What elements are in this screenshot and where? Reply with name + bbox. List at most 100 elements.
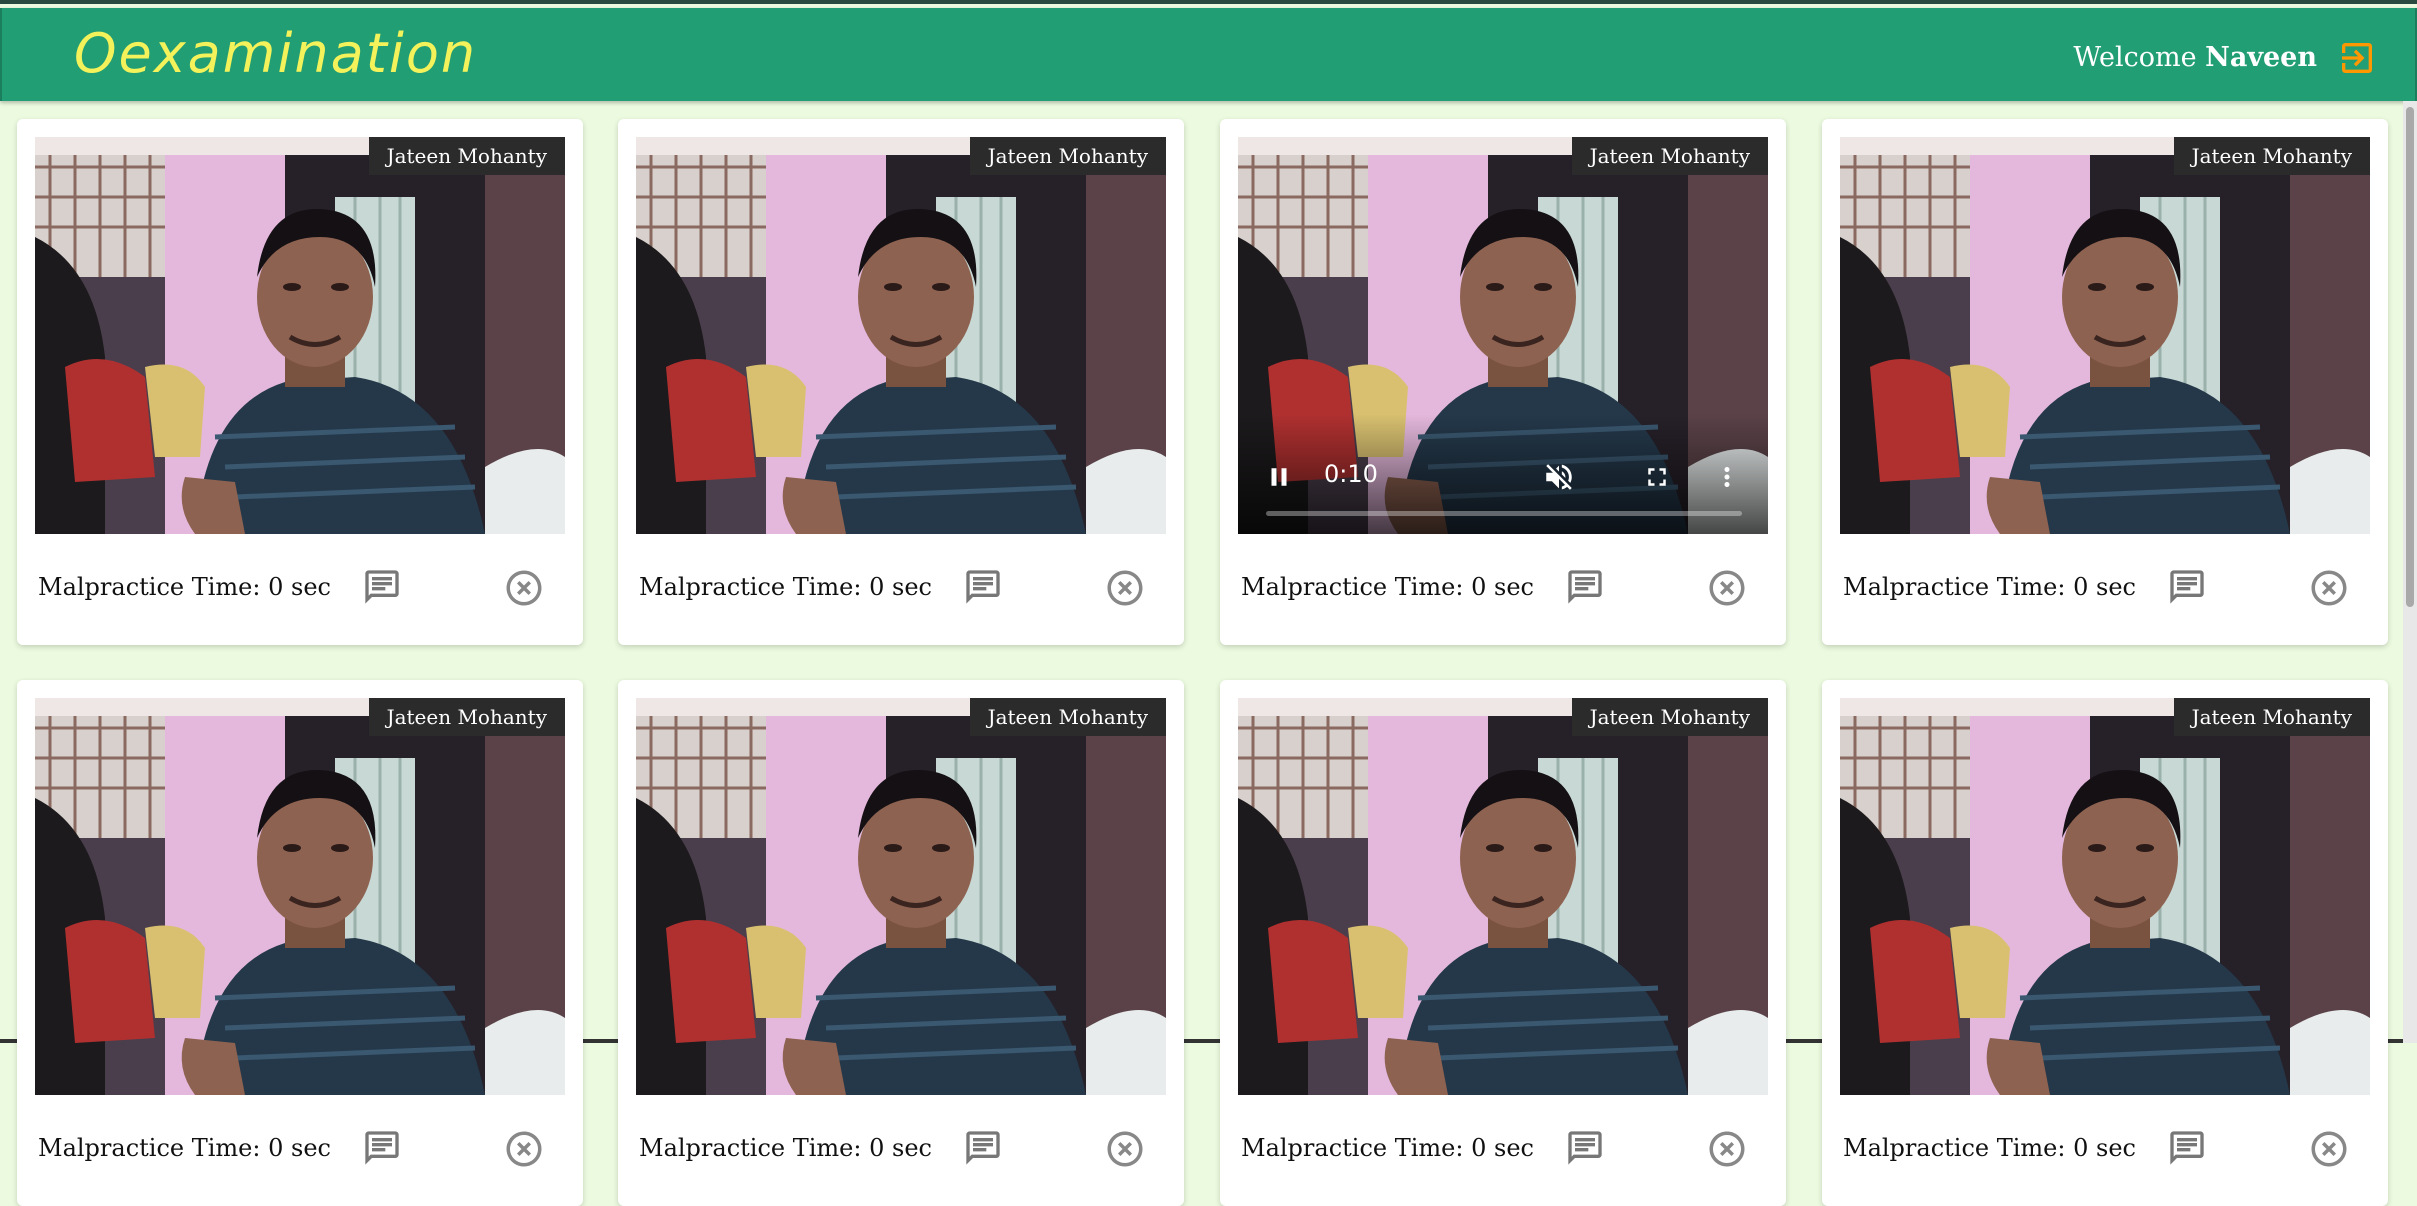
malpractice-value: 0 sec <box>268 1134 331 1162</box>
webcam-frame <box>636 137 1166 534</box>
terminate-button[interactable] <box>503 1128 545 1170</box>
webcam-frame <box>1238 698 1768 1095</box>
malpractice-value: 0 sec <box>869 573 932 601</box>
more-vert-icon[interactable] <box>1712 462 1742 492</box>
user-name: Naveen <box>2205 42 2317 73</box>
chat-icon <box>966 1131 1000 1165</box>
video-controls: 0:10 <box>1238 414 1768 534</box>
chat-button[interactable] <box>1565 567 1605 607</box>
student-video-card: Jateen Mohanty 0:10 Malpractice Time: 0 … <box>1220 119 1786 645</box>
webcam-video[interactable]: Jateen Mohanty <box>1238 698 1768 1095</box>
scrollbar-thumb[interactable] <box>2406 107 2414 607</box>
student-name-tag: Jateen Mohanty <box>368 137 565 175</box>
malpractice-time: Malpractice Time: 0 sec <box>38 1134 331 1162</box>
malpractice-label: Malpractice Time: <box>1843 1134 2066 1162</box>
chat-icon <box>365 570 399 604</box>
terminate-button[interactable] <box>1706 1128 1748 1170</box>
card-footer: Malpractice Time: 0 sec <box>1220 1120 1786 1180</box>
app-header: Oexamination Welcome Naveen <box>0 8 2417 101</box>
malpractice-value: 0 sec <box>2073 1134 2136 1162</box>
terminate-button[interactable] <box>2308 567 2350 609</box>
logout-icon <box>2342 43 2372 73</box>
student-name-tag: Jateen Mohanty <box>969 137 1166 175</box>
student-video-card: Jateen Mohanty Malpractice Time: 0 sec <box>618 119 1184 645</box>
webcam-frame <box>35 698 565 1095</box>
chat-icon <box>1568 1131 1602 1165</box>
malpractice-value: 0 sec <box>869 1134 932 1162</box>
webcam-video[interactable]: Jateen Mohanty <box>1840 698 2370 1095</box>
close-circle-icon <box>1709 570 1745 606</box>
card-footer: Malpractice Time: 0 sec <box>618 559 1184 619</box>
webcam-frame <box>636 698 1166 1095</box>
webcam-video[interactable]: Jateen Mohanty <box>35 698 565 1095</box>
terminate-button[interactable] <box>1104 567 1146 609</box>
logout-button[interactable] <box>2337 38 2377 78</box>
page-scrollbar[interactable] <box>2403 101 2417 1043</box>
chat-button[interactable] <box>1565 1128 1605 1168</box>
webcam-video[interactable]: Jateen Mohanty <box>636 137 1166 534</box>
student-video-card: Jateen Mohanty Malpractice Time: 0 sec <box>1220 680 1786 1206</box>
close-circle-icon <box>506 570 542 606</box>
webcam-video[interactable]: Jateen Mohanty <box>636 698 1166 1095</box>
malpractice-label: Malpractice Time: <box>1241 573 1464 601</box>
student-name-tag: Jateen Mohanty <box>368 698 565 736</box>
video-current-time: 0:10 <box>1324 460 1378 488</box>
malpractice-value: 0 sec <box>268 573 331 601</box>
fullscreen-icon[interactable] <box>1642 462 1672 492</box>
malpractice-time: Malpractice Time: 0 sec <box>1241 1134 1534 1162</box>
student-name-tag: Jateen Mohanty <box>2173 698 2370 736</box>
student-video-card: Jateen Mohanty Malpractice Time: 0 sec <box>1822 680 2388 1206</box>
malpractice-label: Malpractice Time: <box>1843 573 2066 601</box>
student-name-tag: Jateen Mohanty <box>2173 137 2370 175</box>
malpractice-value: 0 sec <box>1471 573 1534 601</box>
chat-icon <box>1568 570 1602 604</box>
malpractice-label: Malpractice Time: <box>639 1134 862 1162</box>
chat-icon <box>365 1131 399 1165</box>
close-circle-icon <box>1107 1131 1143 1167</box>
malpractice-label: Malpractice Time: <box>639 573 862 601</box>
webcam-frame <box>35 137 565 534</box>
webcam-video[interactable]: Jateen Mohanty <box>1840 137 2370 534</box>
chat-button[interactable] <box>963 1128 1003 1168</box>
chat-icon <box>966 570 1000 604</box>
chat-icon <box>2170 1131 2204 1165</box>
chat-button[interactable] <box>2167 1128 2207 1168</box>
terminate-button[interactable] <box>2308 1128 2350 1170</box>
terminate-button[interactable] <box>503 567 545 609</box>
student-video-card: Jateen Mohanty Malpractice Time: 0 sec <box>618 680 1184 1206</box>
malpractice-label: Malpractice Time: <box>1241 1134 1464 1162</box>
volume-off-icon[interactable] <box>1542 460 1576 494</box>
malpractice-value: 0 sec <box>2073 573 2136 601</box>
webcam-video[interactable]: Jateen Mohanty <box>35 137 565 534</box>
close-circle-icon <box>2311 570 2347 606</box>
welcome-message: Welcome Naveen <box>2073 42 2317 73</box>
close-circle-icon <box>2311 1131 2347 1167</box>
student-name-tag: Jateen Mohanty <box>969 698 1166 736</box>
video-progress-bar[interactable] <box>1266 511 1742 516</box>
chat-button[interactable] <box>362 1128 402 1168</box>
malpractice-label: Malpractice Time: <box>38 573 261 601</box>
malpractice-time: Malpractice Time: 0 sec <box>38 573 331 601</box>
close-circle-icon <box>506 1131 542 1167</box>
malpractice-time: Malpractice Time: 0 sec <box>1241 573 1534 601</box>
malpractice-time: Malpractice Time: 0 sec <box>1843 1134 2136 1162</box>
student-video-card: Jateen Mohanty Malpractice Time: 0 sec <box>17 119 583 645</box>
chat-button[interactable] <box>2167 567 2207 607</box>
chat-icon <box>2170 570 2204 604</box>
student-video-card: Jateen Mohanty Malpractice Time: 0 sec <box>1822 119 2388 645</box>
webcam-frame <box>1840 137 2370 534</box>
student-video-card: Jateen Mohanty Malpractice Time: 0 sec <box>17 680 583 1206</box>
chat-button[interactable] <box>963 567 1003 607</box>
card-footer: Malpractice Time: 0 sec <box>1822 559 2388 619</box>
close-circle-icon <box>1709 1131 1745 1167</box>
app-logo[interactable]: Oexamination <box>74 22 477 85</box>
chat-button[interactable] <box>362 567 402 607</box>
terminate-button[interactable] <box>1104 1128 1146 1170</box>
webcam-video[interactable]: Jateen Mohanty 0:10 <box>1238 137 1768 534</box>
webcam-frame <box>1840 698 2370 1095</box>
student-name-tag: Jateen Mohanty <box>1571 137 1768 175</box>
pause-icon[interactable] <box>1264 462 1294 492</box>
student-name-tag: Jateen Mohanty <box>1571 698 1768 736</box>
terminate-button[interactable] <box>1706 567 1748 609</box>
malpractice-time: Malpractice Time: 0 sec <box>1843 573 2136 601</box>
